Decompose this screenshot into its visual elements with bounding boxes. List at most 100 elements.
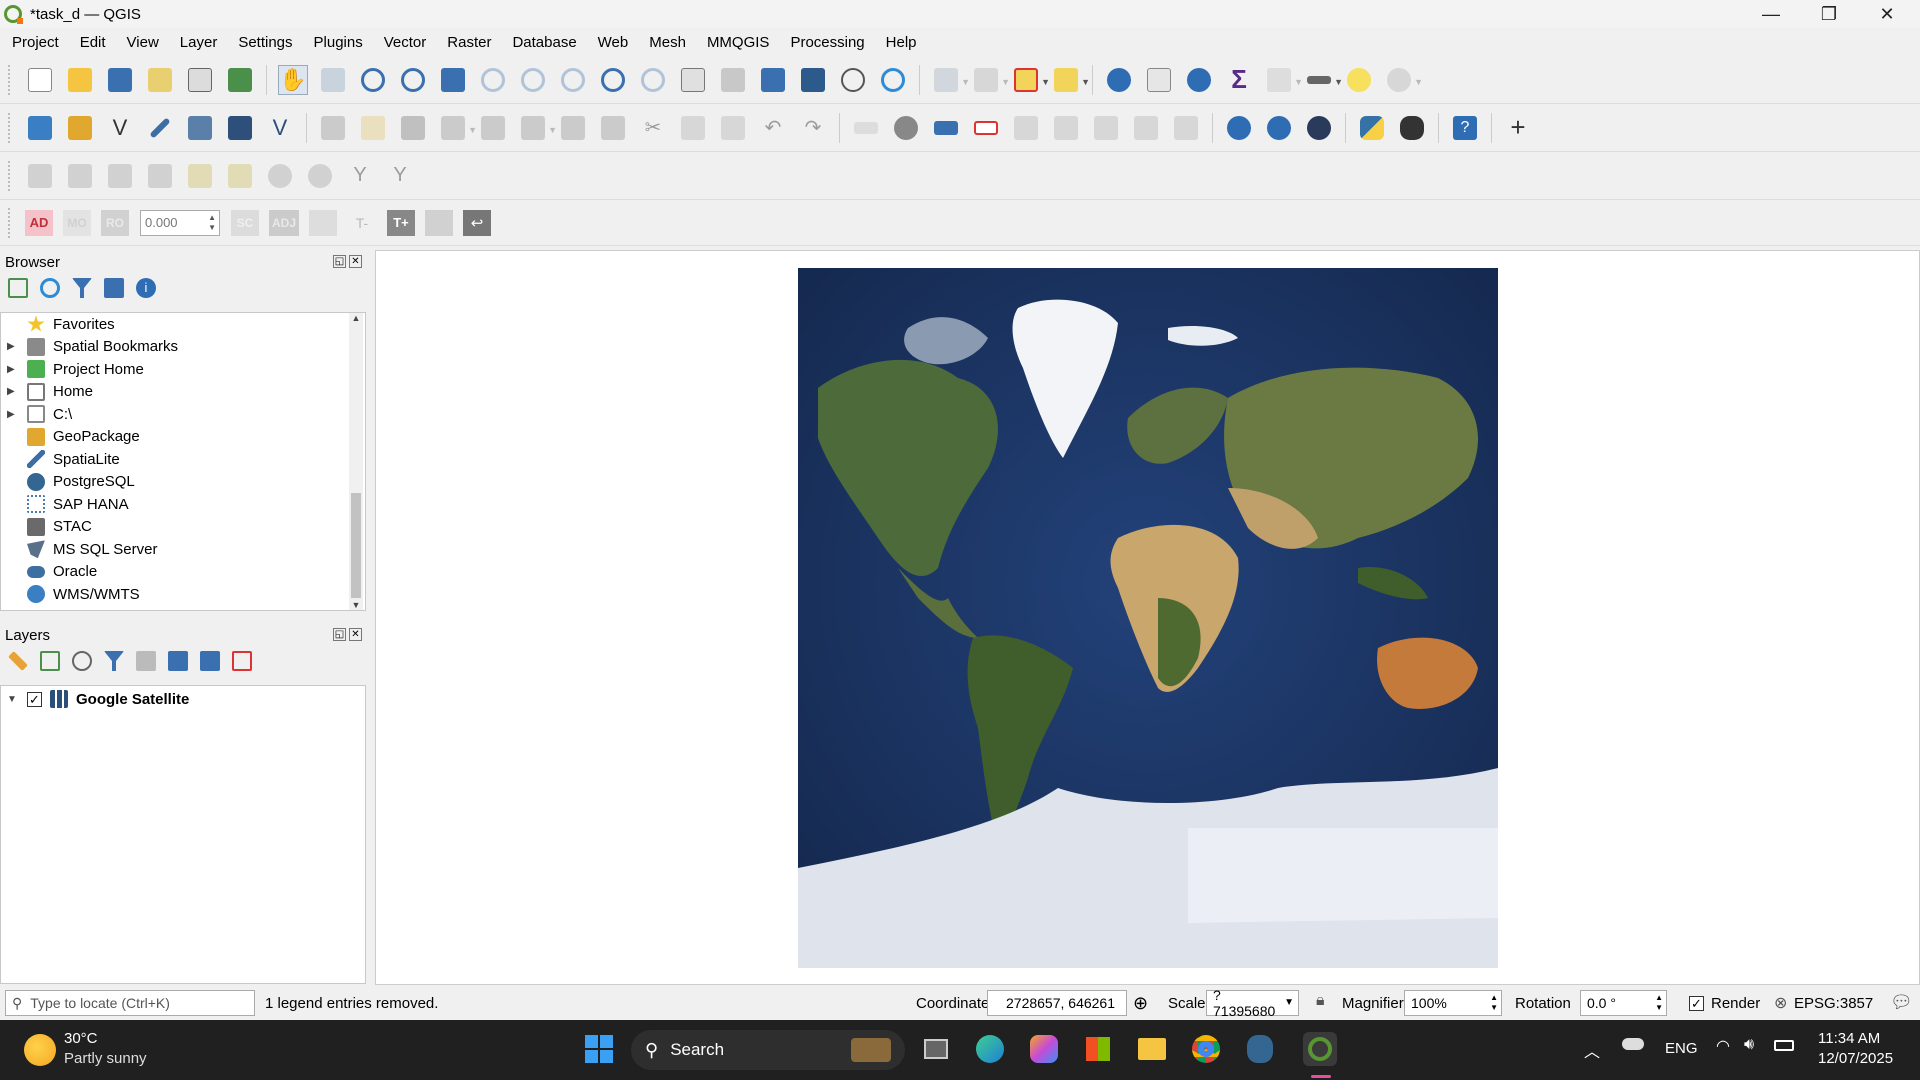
zoom-next-icon[interactable] <box>638 65 668 95</box>
copy-features-icon[interactable] <box>678 113 708 143</box>
browser-item-oracle[interactable]: Oracle <box>1 561 365 584</box>
edge-icon[interactable] <box>973 1032 1007 1066</box>
clock-date[interactable]: 12/07/2025 <box>1818 1050 1893 1067</box>
edits-icon[interactable] <box>318 113 348 143</box>
chrome-icon[interactable] <box>1189 1032 1223 1066</box>
merge-features-icon[interactable] <box>185 161 215 191</box>
zoom-native-icon[interactable] <box>558 65 588 95</box>
zoom-in-icon[interactable] <box>358 65 388 95</box>
browser-item-c-drive[interactable]: ▶ C:\ <box>1 403 365 426</box>
show-hidden-icons-icon[interactable]: ︿ <box>1584 1038 1600 1062</box>
new-project-icon[interactable] <box>25 65 55 95</box>
pan-map-icon[interactable]: ✋ <box>278 64 308 95</box>
browser-item-wms[interactable]: WMS/WMTS <box>1 583 365 606</box>
locate-search-input[interactable]: ⚲ Type to locate (Ctrl+K) <box>5 990 255 1016</box>
collapse-arrow-icon[interactable]: ▼ <box>7 694 19 705</box>
filter-expression-icon[interactable] <box>136 651 156 671</box>
manage-themes-icon[interactable] <box>72 651 92 671</box>
rotation-spinbox[interactable]: 0.0 ° ▲ ▼ <box>1580 990 1667 1016</box>
merge-attributes-icon[interactable] <box>225 161 255 191</box>
taskbar-search[interactable]: ⚲ Search <box>631 1030 905 1070</box>
layer-diagram-icon[interactable] <box>891 113 921 143</box>
open-project-icon[interactable] <box>65 65 95 95</box>
expand-all-icon[interactable] <box>168 651 188 671</box>
add-group-icon[interactable] <box>40 651 60 671</box>
volume-icon[interactable]: 🔊︎ <box>1744 1036 1754 1054</box>
new-spatialite-icon[interactable] <box>145 113 175 143</box>
layer-labeling-icon[interactable] <box>931 113 961 143</box>
properties-icon[interactable]: i <box>136 278 156 298</box>
map-tips-icon[interactable] <box>1344 65 1374 95</box>
toolbar-grip[interactable] <box>8 160 12 191</box>
add-wms-icon[interactable] <box>1224 113 1254 143</box>
digitize-icon[interactable]: ▼ <box>438 113 477 143</box>
browser-item-postgresql[interactable]: PostgreSQL <box>1 471 365 494</box>
new-print-layout-icon[interactable] <box>145 65 175 95</box>
t-plus-button[interactable]: T+ <box>387 209 415 236</box>
filter-browser-icon[interactable] <box>72 278 92 298</box>
menu-help[interactable]: Help <box>874 34 926 51</box>
zoom-full-icon[interactable] <box>438 65 468 95</box>
add-part-icon[interactable]: Y <box>385 161 415 191</box>
browser-item-spatial-bookmarks[interactable]: ▶ Spatial Bookmarks <box>1 336 365 359</box>
menu-mesh[interactable]: Mesh <box>637 34 695 51</box>
attribute-table-icon[interactable] <box>1144 65 1174 95</box>
zoom-last-icon[interactable] <box>598 65 628 95</box>
new-3d-map-view-icon[interactable] <box>718 65 748 95</box>
add-raster-icon[interactable] <box>225 113 255 143</box>
render-checkbox[interactable]: ✓ <box>1689 996 1704 1011</box>
onedrive-icon[interactable] <box>1622 1038 1644 1050</box>
zoom-out-icon[interactable] <box>398 65 428 95</box>
new-virtual-layer-icon[interactable] <box>185 113 215 143</box>
browser-item-favorites[interactable]: Favorites <box>1 313 365 336</box>
redo-icon[interactable]: ↷ <box>798 113 828 143</box>
measure-icon[interactable]: ▼ <box>1304 65 1343 95</box>
new-shapefile-icon[interactable]: V <box>105 113 135 143</box>
close-button[interactable]: ✕ <box>1858 0 1916 28</box>
rotate-point-icon[interactable] <box>265 161 295 191</box>
menu-vector[interactable]: Vector <box>372 34 436 51</box>
digitizing-value-input[interactable]: 0.000 ▲ ▼ <box>140 209 220 236</box>
crs-button[interactable]: EPSG:3857 <box>1794 995 1873 1012</box>
browser-item-project-home[interactable]: ▶ Project Home <box>1 358 365 381</box>
back-button[interactable]: ↩ <box>463 209 491 236</box>
save-project-icon[interactable] <box>105 65 135 95</box>
browser-item-spatialite[interactable]: SpatiaLite <box>1 448 365 471</box>
add-vector-icon[interactable]: V <box>265 113 295 143</box>
crosshair-icon[interactable]: + <box>1503 112 1533 143</box>
coordinate-field[interactable]: 2728657, 646261 <box>987 990 1127 1016</box>
lock-button[interactable] <box>309 209 337 236</box>
new-geopackage-icon[interactable] <box>65 113 95 143</box>
pan-to-selection-icon[interactable] <box>318 65 348 95</box>
simplify-icon[interactable] <box>305 161 335 191</box>
browser-item-mssql[interactable]: MS SQL Server <box>1 538 365 561</box>
menu-view[interactable]: View <box>115 34 168 51</box>
binoculars-icon[interactable] <box>1397 113 1427 143</box>
field-calculator-icon[interactable]: Σ <box>1224 64 1254 95</box>
add-ring-icon[interactable]: Y <box>345 161 375 191</box>
show-bookmarks-icon[interactable] <box>798 65 828 95</box>
toolbar-grip[interactable] <box>8 207 12 238</box>
scale-combobox[interactable]: ?71395680 ▼ <box>1206 987 1299 1019</box>
label-toolbar-icon[interactable] <box>851 113 881 143</box>
wifi-icon[interactable]: ◠ <box>1716 1036 1730 1056</box>
select-features-icon[interactable]: ▼ <box>931 65 970 95</box>
sc-button[interactable]: SC <box>231 209 259 236</box>
postgresql-app-icon[interactable] <box>1243 1032 1277 1066</box>
browser-item-geopackage[interactable]: GeoPackage <box>1 426 365 449</box>
label-pin-icon[interactable] <box>971 113 1001 143</box>
map-canvas[interactable] <box>375 250 1920 985</box>
reshape-icon[interactable] <box>65 161 95 191</box>
layout-manager-icon[interactable] <box>185 65 215 95</box>
parallel-button[interactable] <box>425 209 453 236</box>
collapse-all-layers-icon[interactable] <box>200 651 220 671</box>
identify-features-icon[interactable] <box>1104 65 1134 95</box>
select-by-value-icon[interactable]: ▼ <box>971 65 1010 95</box>
magnifier-spinbox[interactable]: 100% ▲ ▼ <box>1404 990 1502 1016</box>
add-wfs-icon[interactable] <box>1264 113 1294 143</box>
refresh-icon[interactable] <box>878 65 908 95</box>
toggle-extents-icon[interactable]: ⊕ <box>1133 993 1148 1014</box>
qgis-app-icon[interactable] <box>1303 1032 1337 1066</box>
menu-edit[interactable]: Edit <box>68 34 115 51</box>
file-explorer-icon[interactable] <box>1135 1032 1169 1066</box>
